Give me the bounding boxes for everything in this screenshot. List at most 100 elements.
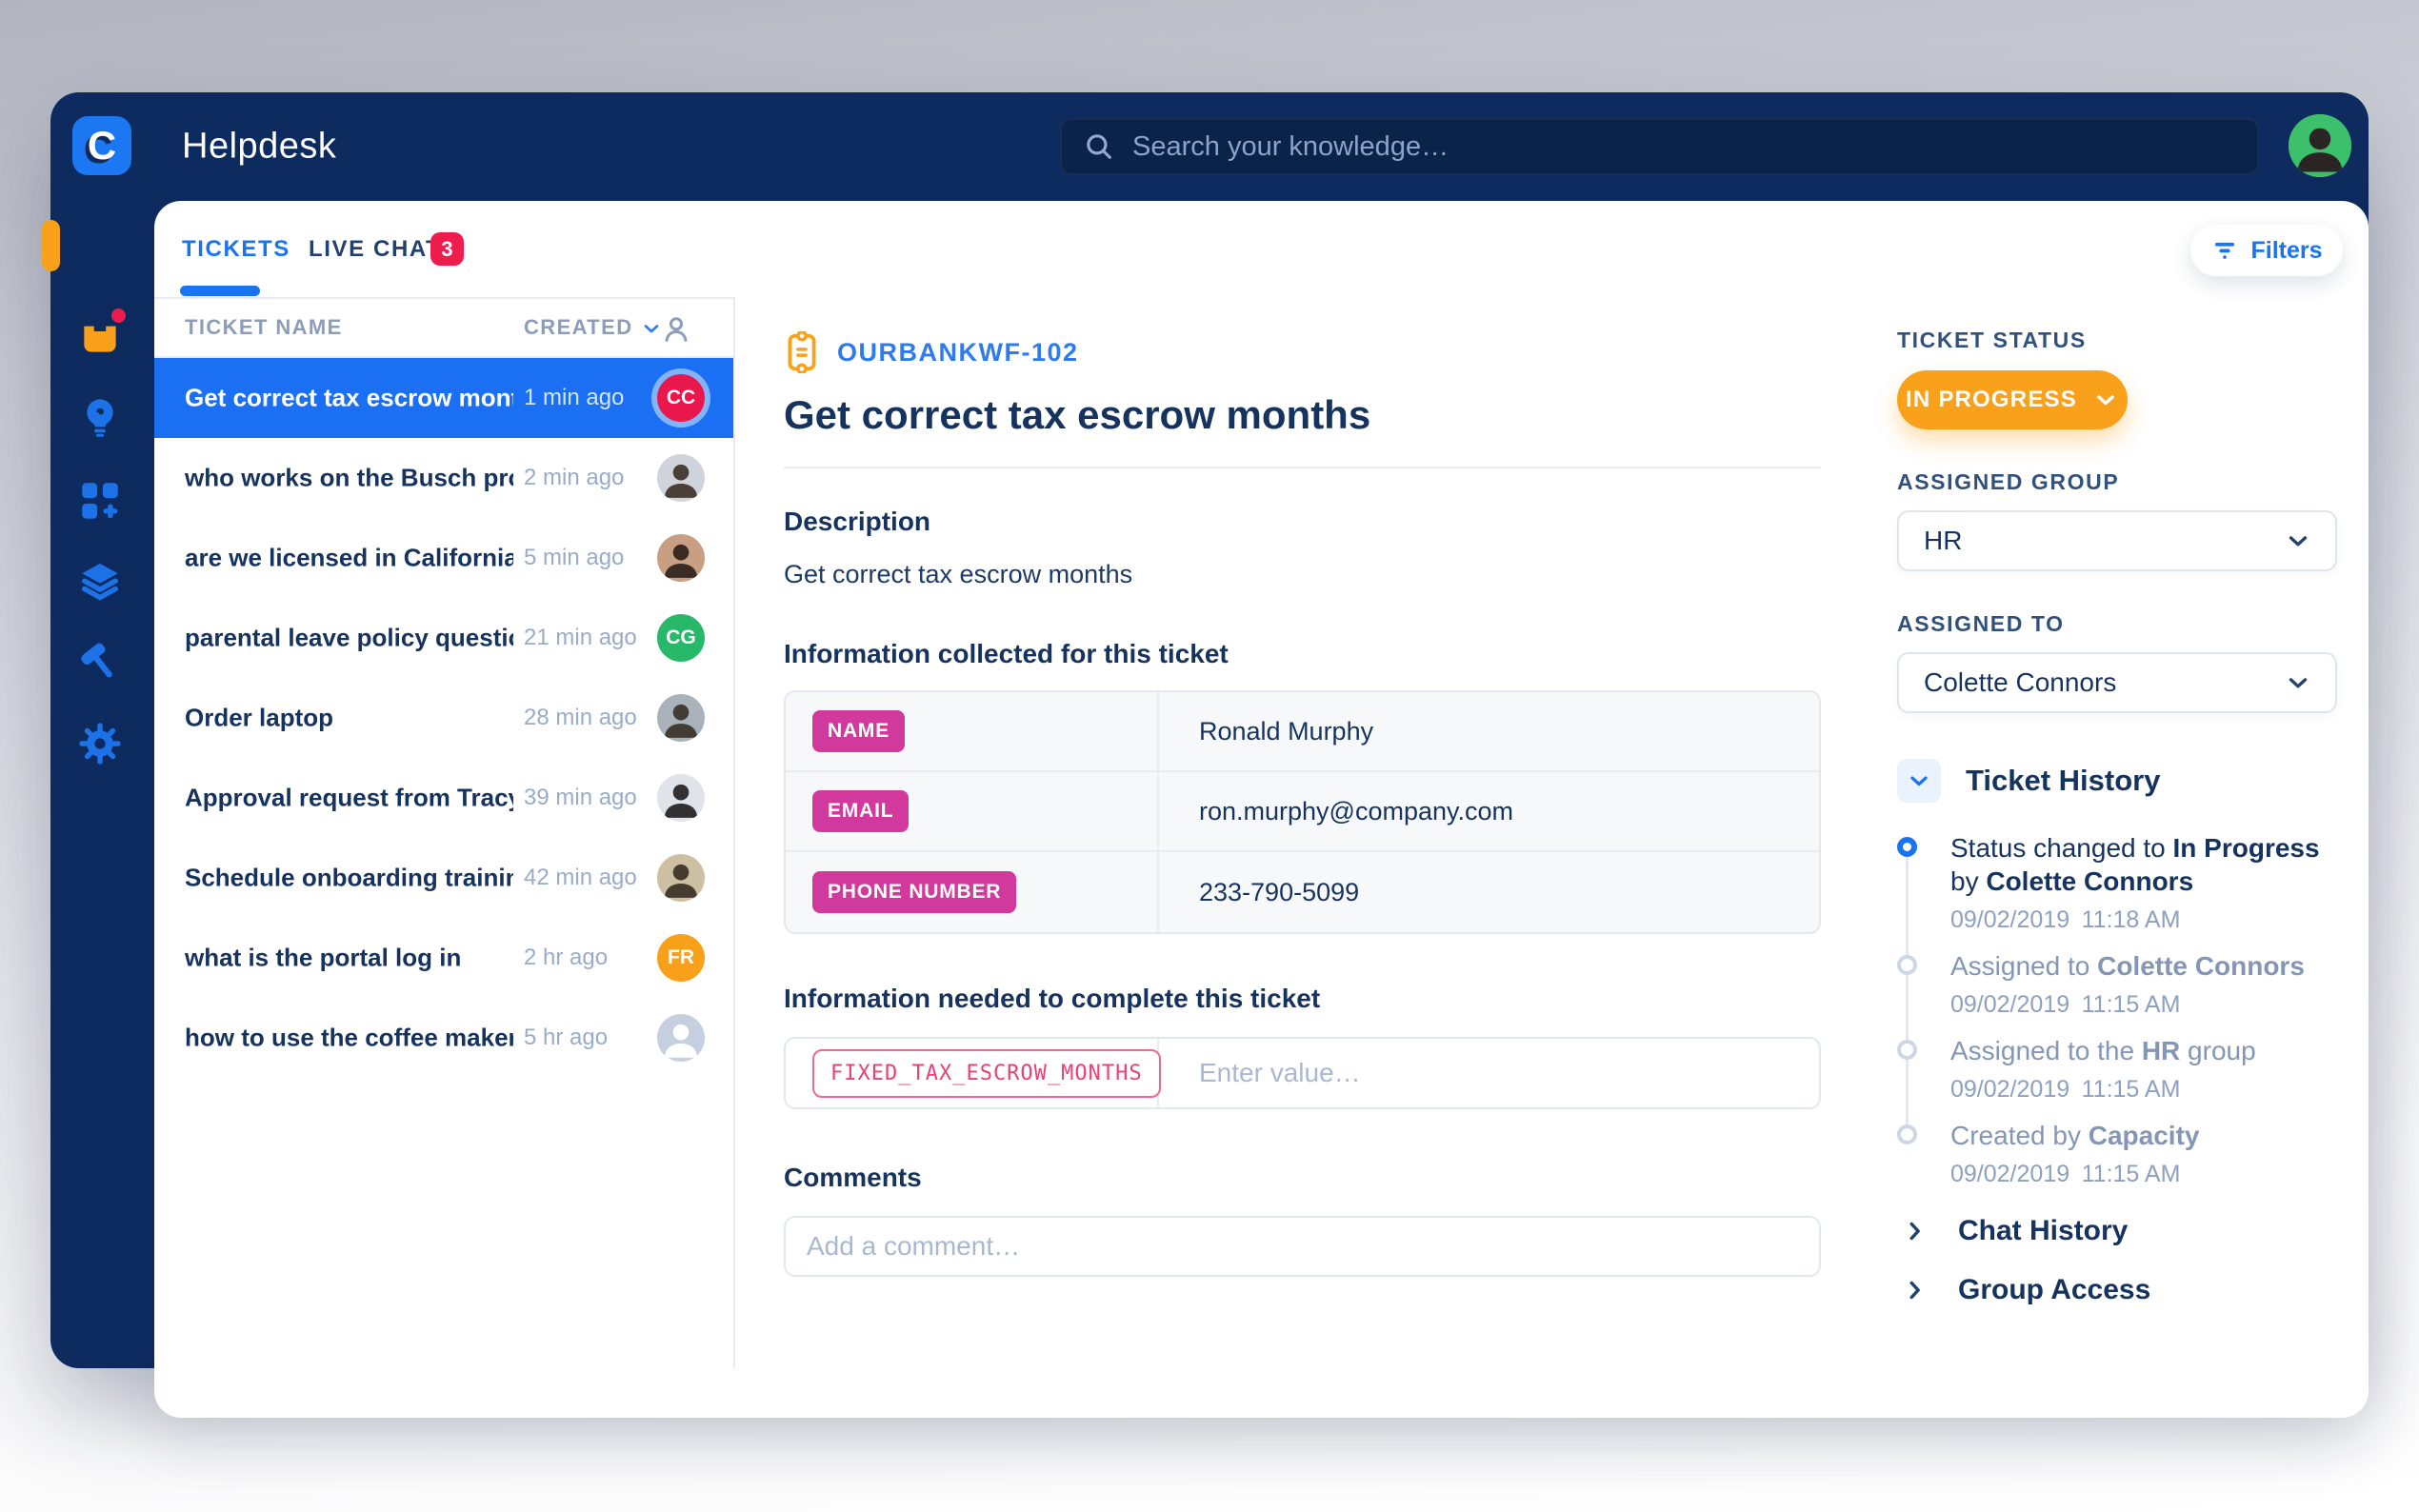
- gear-icon: [76, 720, 124, 767]
- knowledge-search-bar[interactable]: [1060, 118, 2259, 175]
- sidebar-item-stacks[interactable]: [76, 558, 124, 606]
- chevron-down-icon: [2284, 527, 2312, 555]
- hammer-icon: [76, 639, 124, 686]
- status-value: IN PROGRESS: [1906, 387, 2077, 413]
- field-key-pill: FIXED_TAX_ESCROW_MONTHS: [812, 1049, 1161, 1098]
- group-access-toggle[interactable]: Group Access: [1897, 1274, 2337, 1306]
- ticket-row-created-time: 42 min ago: [524, 865, 637, 891]
- ticket-row[interactable]: Approval request from Tracy…39 min ago: [154, 758, 733, 838]
- sidebar-item-tools[interactable]: [76, 639, 124, 686]
- lightbulb-icon: [76, 394, 124, 442]
- info-field-row: PHONE NUMBER233-790-5099: [786, 852, 1819, 932]
- ticket-list: TICKET NAME CREATED Get correct tax escr…: [154, 297, 735, 1368]
- info-needed-label: Information needed to complete this tick…: [784, 984, 1821, 1014]
- assigned-group-select[interactable]: HR: [1897, 510, 2337, 571]
- ticket-detail: OURBANKWF-102 Get correct tax escrow mon…: [784, 297, 1821, 1277]
- layers-icon: [76, 558, 124, 606]
- ticket-row-title: Get correct tax escrow months: [185, 384, 513, 413]
- field-value: Ronald Murphy: [1159, 717, 1373, 746]
- ticket-row[interactable]: how to use the coffee maker5 hr ago: [154, 998, 733, 1078]
- ticket-history-toggle[interactable]: Ticket History: [1897, 759, 2337, 803]
- column-ticket-name: TICKET NAME: [185, 315, 343, 340]
- column-created-sort[interactable]: CREATED: [524, 315, 663, 340]
- assigned-to-select[interactable]: Colette Connors: [1897, 652, 2337, 713]
- history-entry-text: Assigned to the HR group: [1950, 1034, 2337, 1067]
- person-silhouette-icon: [657, 534, 705, 582]
- ticket-title: Get correct tax escrow months: [784, 392, 1821, 438]
- assigned-group-value: HR: [1924, 526, 1962, 556]
- filter-icon: [2210, 236, 2239, 265]
- ticket-row-title: how to use the coffee maker: [185, 1024, 513, 1053]
- ticket-properties-panel: TICKET STATUS IN PROGRESS ASSIGNED GROUP…: [1897, 297, 2337, 1306]
- search-input[interactable]: [1132, 131, 2236, 163]
- collected-info-table: NAMERonald MurphyEMAILron.murphy@company…: [784, 690, 1821, 934]
- person-silhouette-icon: [657, 774, 705, 822]
- tab-tickets[interactable]: TICKETS: [182, 236, 290, 263]
- avatar: [657, 454, 705, 502]
- apps-grid-plus-icon: [76, 477, 124, 525]
- ticket-row[interactable]: Schedule onboarding trainin…42 min ago: [154, 838, 733, 918]
- chevron-down-icon: [1906, 767, 1932, 794]
- ticket-row[interactable]: what is the portal log in 2 hr ago FR: [154, 918, 733, 998]
- history-entry-timestamp: 09/02/2019 11:18 AM: [1950, 906, 2337, 934]
- sidebar-item-apps[interactable]: [76, 477, 124, 525]
- assignee-person-icon[interactable]: [659, 312, 693, 347]
- sidebar-item-tickets-inbox[interactable]: [76, 312, 124, 360]
- ticket-row-title: what is the portal log in: [185, 944, 461, 973]
- filters-button[interactable]: Filters: [2190, 225, 2343, 276]
- chevron-right-icon: [1901, 1217, 1929, 1245]
- avatar: [657, 1014, 705, 1062]
- history-entry-text: Created by Capacity: [1950, 1119, 2337, 1152]
- sidebar-item-knowledge[interactable]: [76, 394, 124, 442]
- ticket-row[interactable]: who works on the Busch proj…2 min ago: [154, 438, 733, 518]
- field-key-badge: EMAIL: [812, 790, 909, 832]
- person-silhouette-icon: [657, 694, 705, 742]
- timeline-dot: [1897, 1124, 1917, 1144]
- field-key-badge: PHONE NUMBER: [812, 871, 1016, 913]
- person-silhouette-icon: [2289, 114, 2351, 177]
- ticket-row[interactable]: parental leave policy questio…21 min ago…: [154, 598, 733, 678]
- history-entry-text: Assigned to Colette Connors: [1950, 949, 2337, 983]
- assigned-to-label: ASSIGNED TO: [1897, 611, 2337, 637]
- avatar: FR: [657, 934, 705, 982]
- ticket-row-title: are we licensed in California?: [185, 544, 513, 573]
- ticket-row[interactable]: Order laptop28 min ago: [154, 678, 733, 758]
- needed-value-input[interactable]: [1159, 1058, 1819, 1088]
- ticket-history-label: Ticket History: [1966, 764, 2160, 798]
- person-silhouette-icon: [657, 1014, 705, 1062]
- ticket-row[interactable]: Get correct tax escrow months 1 min ago CC: [154, 358, 733, 438]
- ticket-row-created-time: 39 min ago: [524, 785, 637, 811]
- chevron-down-icon: [2092, 387, 2119, 413]
- ticket-status-label: TICKET STATUS: [1897, 328, 2337, 353]
- user-avatar[interactable]: [2289, 114, 2351, 177]
- capacity-logo-icon[interactable]: C: [72, 116, 131, 175]
- needed-field-key-cell: FIXED_TAX_ESCROW_MONTHS: [786, 1039, 1159, 1107]
- person-silhouette-icon: [657, 454, 705, 502]
- field-key-cell: EMAIL: [786, 772, 1159, 850]
- history-entry-timestamp: 09/02/2019 11:15 AM: [1950, 991, 2337, 1019]
- timeline-dot: [1897, 837, 1917, 857]
- comments-label: Comments: [784, 1163, 1821, 1193]
- sidebar-item-settings[interactable]: [76, 720, 124, 767]
- field-key-cell: NAME: [786, 692, 1159, 770]
- ticket-id-link[interactable]: OURBANKWF-102: [837, 338, 1079, 368]
- avatar: CC: [657, 374, 705, 422]
- chevron-right-icon: [1901, 1276, 1929, 1304]
- ticket-row-title: parental leave policy questio…: [185, 624, 513, 653]
- field-key-cell: PHONE NUMBER: [786, 852, 1159, 932]
- search-icon: [1083, 130, 1115, 163]
- chat-history-toggle[interactable]: Chat History: [1897, 1215, 2337, 1247]
- chevron-down-icon: [2284, 668, 2312, 697]
- ticket-row[interactable]: are we licensed in California?5 min ago: [154, 518, 733, 598]
- person-silhouette-icon: [657, 854, 705, 902]
- timeline-dot: [1897, 1040, 1917, 1060]
- timeline-dot: [1897, 955, 1917, 975]
- history-entry: Created by Capacity09/02/2019 11:15 AM: [1897, 1119, 2337, 1188]
- comment-input[interactable]: [786, 1231, 1819, 1262]
- history-entry: Status changed to In Progress by Colette…: [1897, 831, 2337, 934]
- ticket-row-created-time: 1 min ago: [524, 385, 624, 411]
- assigned-to-value: Colette Connors: [1924, 667, 2116, 698]
- status-dropdown-button[interactable]: IN PROGRESS: [1897, 370, 2128, 429]
- avatar: [657, 694, 705, 742]
- ticket-row-created-time: 2 hr ago: [524, 945, 608, 971]
